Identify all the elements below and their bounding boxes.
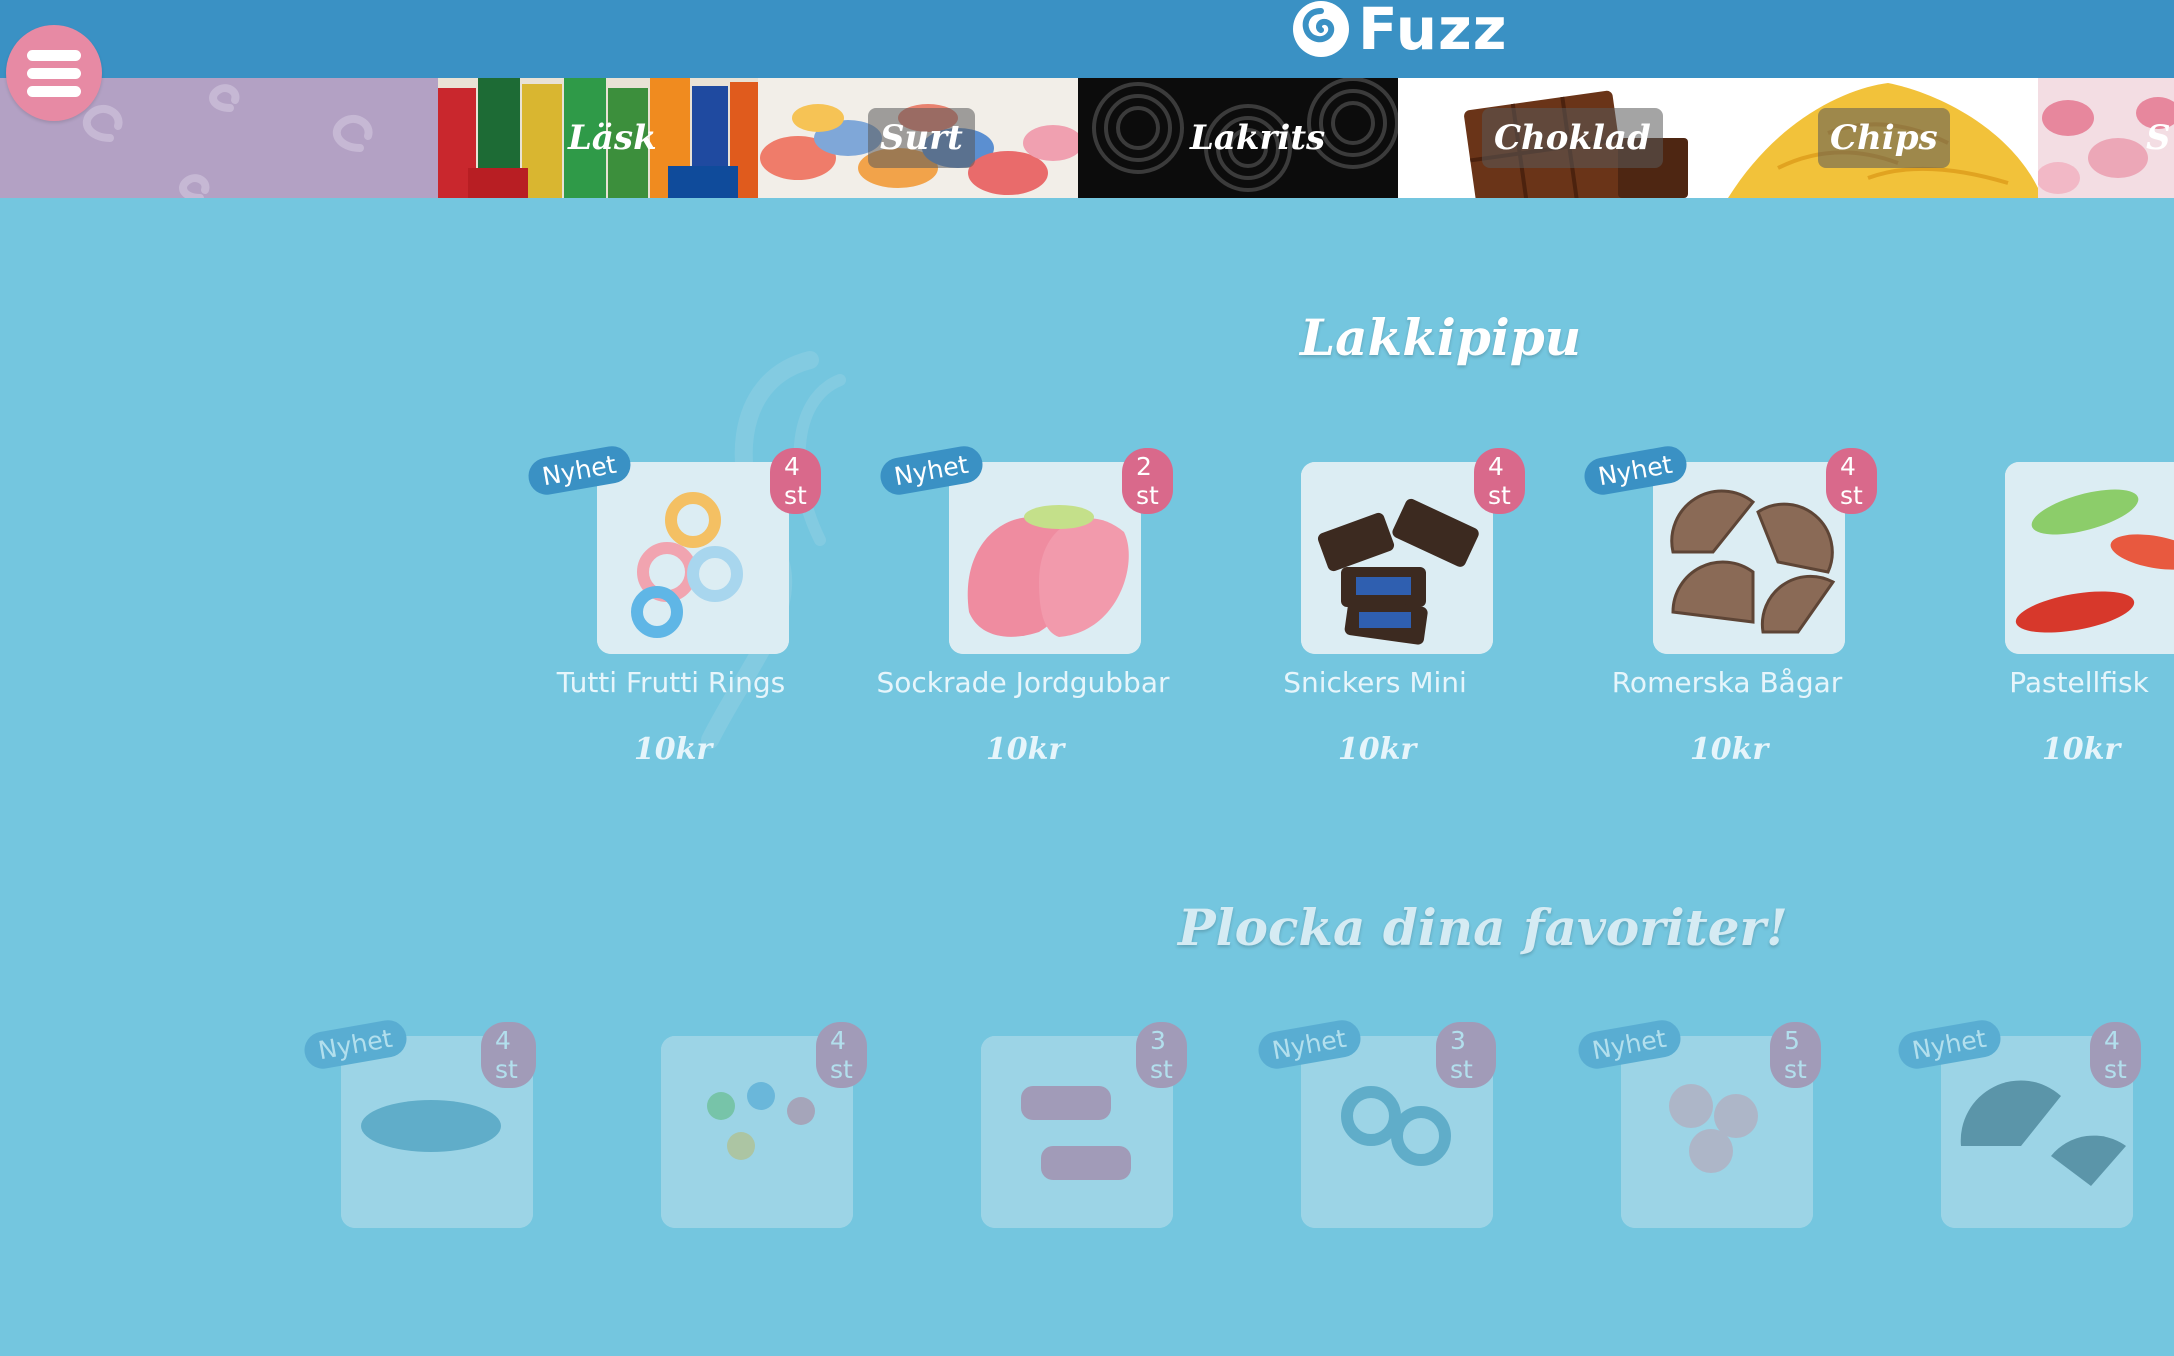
category-choklad[interactable]: Choklad [1398, 78, 1718, 198]
product-price: 10kr [2041, 732, 2121, 767]
product-name: Romerska Bågar [1611, 666, 1843, 699]
product-card[interactable]: 4 st [596, 1022, 867, 1356]
product-card[interactable]: Nyhet 3 st [1236, 1017, 1496, 1356]
quantity-badge: 4 st [770, 448, 821, 514]
category-s[interactable]: S [2038, 78, 2174, 198]
quantity-badge: 5 st [1770, 1022, 1821, 1088]
quantity-badge: 4 st [2090, 1022, 2141, 1088]
fuzz-logo[interactable]: Fuzz [1290, 0, 1508, 64]
product-card[interactable]: 4 st Snickers Mini 10kr [1236, 448, 1525, 782]
category-lask[interactable]: Läsk [438, 78, 758, 198]
product-image [2005, 462, 2174, 654]
product-card[interactable]: Pastellfisk 10kr [1940, 462, 2174, 782]
category-strip: Läsk Surt Lakrits Choklad Chips S [0, 78, 2174, 198]
product-image [597, 462, 789, 654]
quantity-badge: 4 st [816, 1022, 867, 1088]
swirl-icon [1293, 1, 1349, 57]
category-label: Läsk [568, 118, 657, 158]
product-card[interactable]: Nyhet 4 st [1876, 1017, 2141, 1356]
product-card[interactable]: Nyhet 4 st Tutti Frutti Rings 10kr [525, 443, 821, 782]
category-label: Chips [1818, 108, 1950, 168]
quantity-badge: 4 st [1826, 448, 1877, 514]
product-price: 10kr [985, 732, 1065, 767]
quantity-badge: 3 st [1436, 1022, 1496, 1088]
section-title: Plocka dina favoriter! [1178, 898, 1788, 957]
product-card[interactable]: Nyhet 5 st [1556, 1017, 1821, 1356]
product-card[interactable]: Nyhet 4 st [276, 1017, 536, 1356]
menu-button[interactable] [6, 25, 102, 121]
quantity-badge: 4 st [1474, 448, 1525, 514]
product-card[interactable]: Nyhet 4 st Romerska Bågar 10kr [1581, 443, 1877, 782]
logo-text: Fuzz [1358, 0, 1508, 63]
category-label: S [2146, 118, 2171, 158]
section-title: Lakkipipu [1300, 308, 1582, 367]
quantity-badge: 2 st [1122, 448, 1173, 514]
product-name: Pastellfisk [2009, 666, 2149, 699]
product-price: 10kr [633, 732, 713, 767]
site-header: Fuzz [0, 0, 2174, 78]
product-name: Tutti Frutti Rings [556, 666, 786, 699]
quantity-badge: 4 st [481, 1022, 536, 1088]
category-chips[interactable]: Chips [1718, 78, 2038, 198]
product-name: Snickers Mini [1283, 666, 1467, 699]
product-image [949, 462, 1141, 654]
category-lakrits[interactable]: Lakrits [1078, 78, 1398, 198]
product-image [1653, 462, 1845, 654]
product-price: 10kr [1689, 732, 1769, 767]
product-card[interactable]: 3 st [916, 1022, 1187, 1356]
category-label: Lakrits [1190, 118, 1326, 158]
product-name: Sockrade Jordgubbar [876, 666, 1170, 699]
category-label: Surt [868, 108, 975, 168]
category-surt[interactable]: Surt [758, 78, 1078, 198]
category-label: Choklad [1482, 108, 1663, 168]
product-card[interactable]: Nyhet 2 st Sockrade Jordgubbar 10kr [876, 443, 1173, 782]
product-price: 10kr [1337, 732, 1417, 767]
product-image [1301, 462, 1493, 654]
quantity-badge: 3 st [1136, 1022, 1187, 1088]
